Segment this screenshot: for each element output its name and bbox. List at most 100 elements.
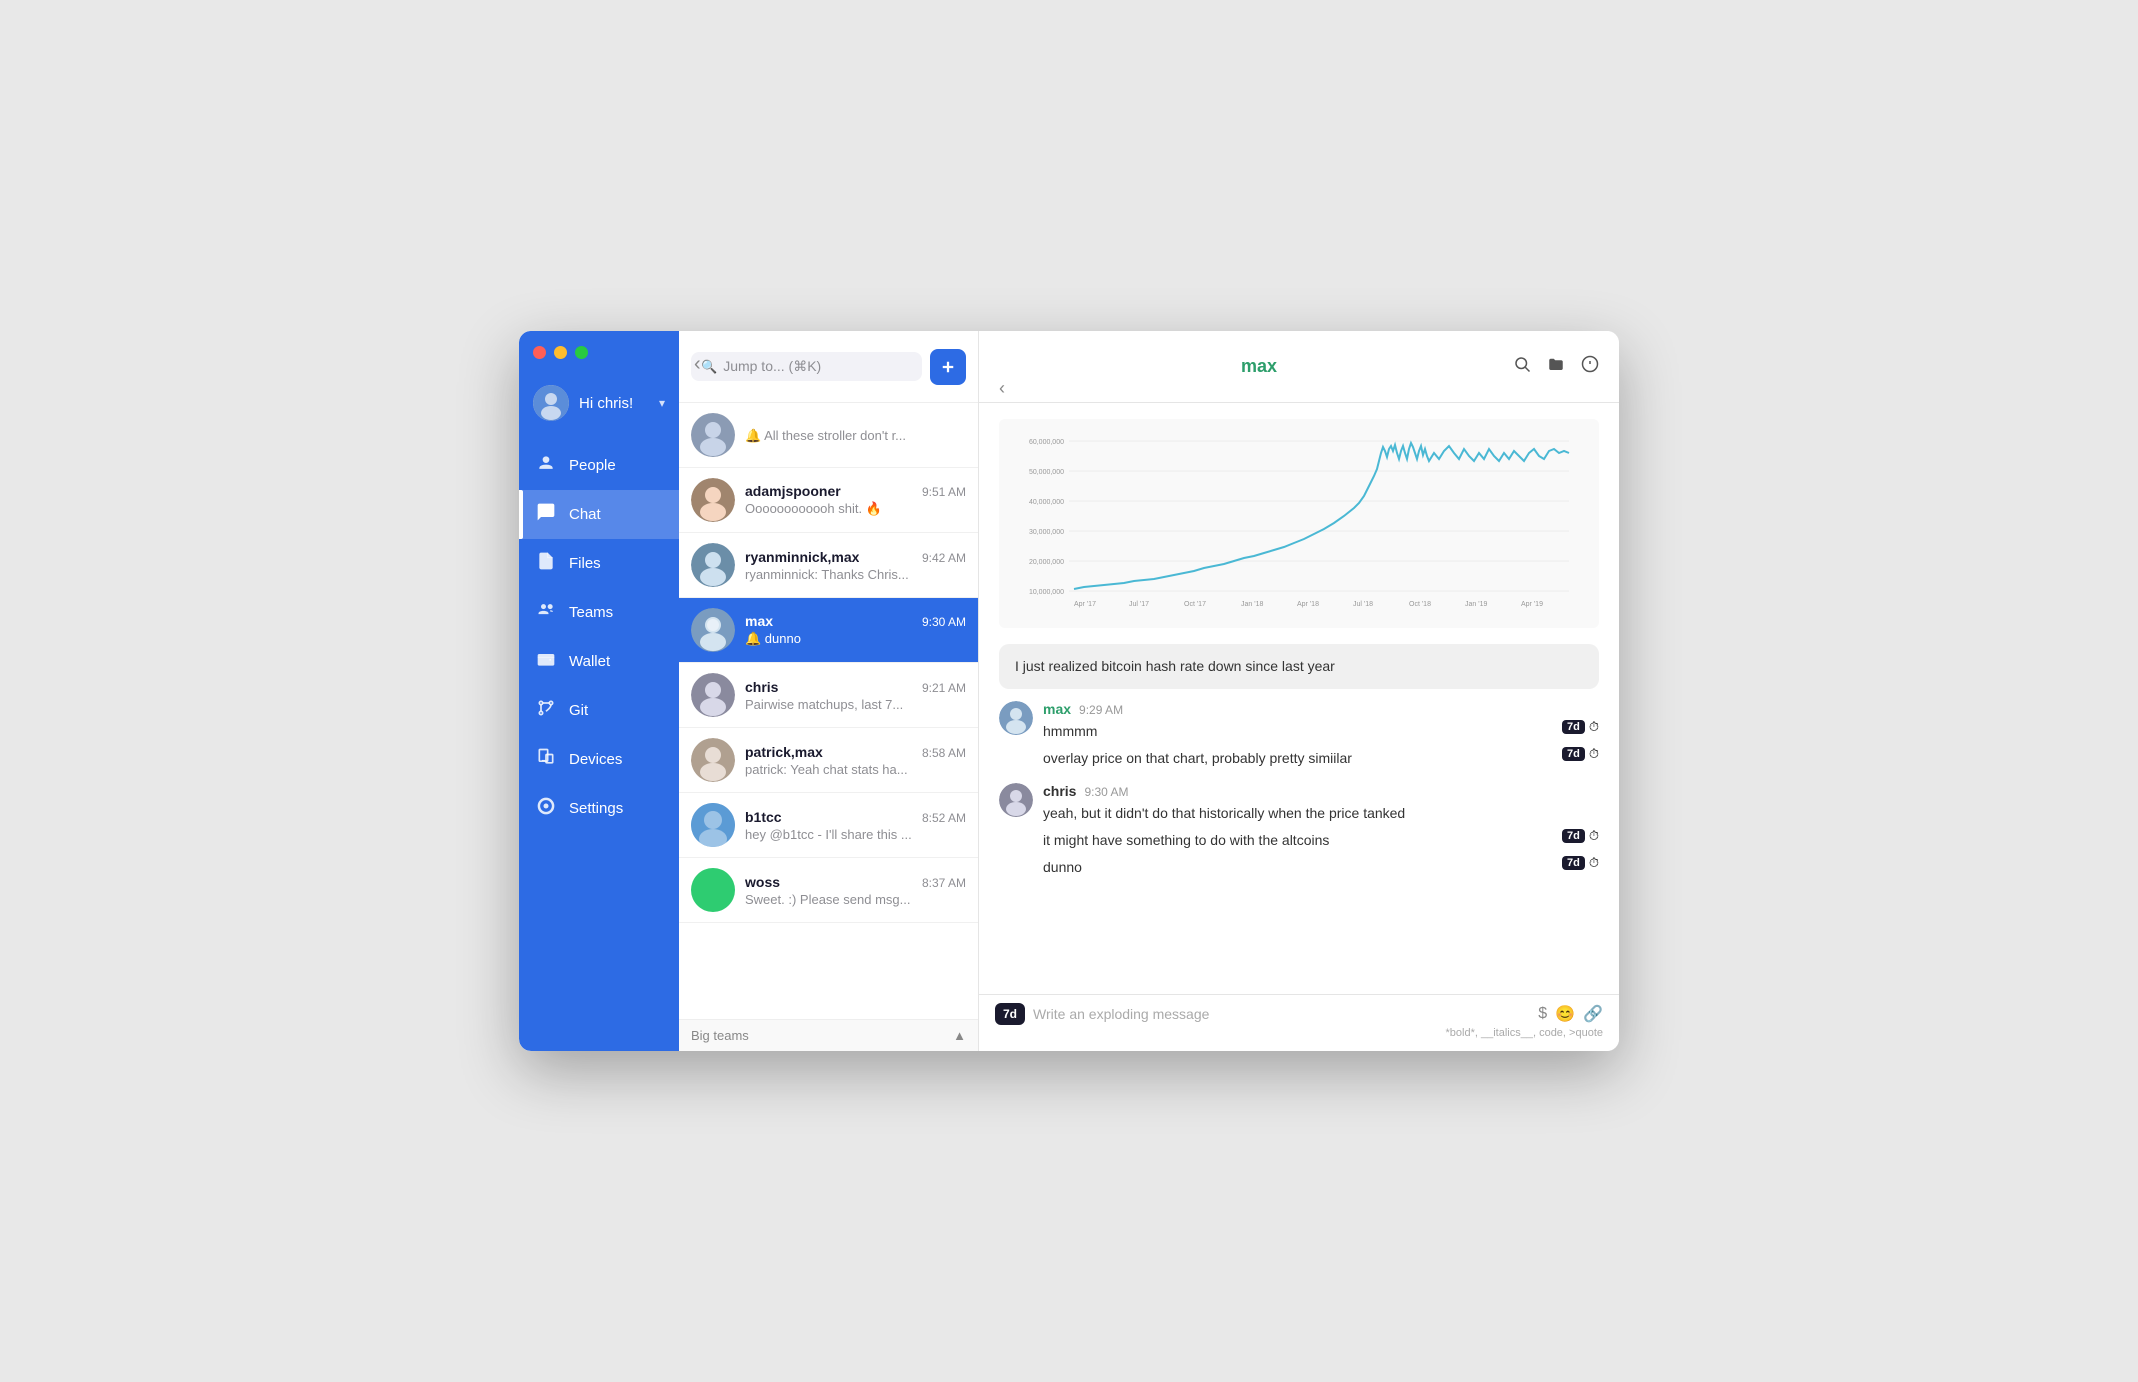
chart-container: 60,000,000 50,000,000 40,000,000 30,000,… [999, 419, 1599, 628]
minimize-button[interactable] [554, 346, 567, 359]
avatar [999, 783, 1033, 817]
link-icon[interactable]: 🔗 [1583, 1004, 1603, 1024]
svg-text:Jul '18: Jul '18 [1353, 601, 1373, 608]
folder-icon[interactable] [1547, 355, 1565, 378]
titlebar [519, 331, 679, 373]
compose-button[interactable] [930, 349, 966, 385]
teams-icon [535, 600, 557, 625]
chat-name: ryanminnick,max [745, 549, 859, 565]
emoji-icon[interactable]: 😊 [1555, 1004, 1575, 1024]
chat-name: b1tcc [745, 809, 782, 825]
sidebar-item-devices[interactable]: Devices [519, 735, 679, 784]
chat-time: 9:21 AM [922, 681, 966, 695]
message-text: yeah, but it didn't do that historically… [1043, 803, 1599, 824]
sidebar-item-label: Devices [569, 751, 622, 768]
message-body: chris 9:30 AM yeah, but it didn't do tha… [1043, 783, 1599, 884]
list-item[interactable]: b1tcc 8:52 AM hey @b1tcc - I'll share th… [679, 793, 978, 858]
sidebar-item-label: Teams [569, 604, 613, 621]
sidebar-item-label: Files [569, 555, 601, 572]
close-button[interactable] [533, 346, 546, 359]
chat-preview: patrick: Yeah chat stats ha... [745, 762, 966, 777]
message-text: hmmmm [1043, 721, 1599, 742]
chat-name: patrick,max [745, 744, 823, 760]
files-icon [535, 551, 557, 576]
avatar [691, 543, 735, 587]
chat-content: 60,000,000 50,000,000 40,000,000 30,000,… [979, 403, 1619, 994]
sidebar-item-people[interactable]: People [519, 441, 679, 490]
svg-text:Apr '19: Apr '19 [1521, 601, 1543, 608]
sidebar-item-chat[interactable]: Chat [519, 490, 679, 539]
sidebar-item-teams[interactable]: Teams [519, 588, 679, 637]
chat-preview: Pairwise matchups, last 7... [745, 697, 966, 712]
intro-message-bubble: I just realized bitcoin hash rate down s… [999, 644, 1599, 689]
search-icon: 🔍 [701, 359, 717, 375]
avatar [533, 385, 569, 421]
svg-text:Jul '17: Jul '17 [1129, 601, 1149, 608]
message-text: dunno [1043, 857, 1599, 878]
chat-contact-name: max [1241, 356, 1277, 377]
user-header[interactable]: Hi chris! ▾ [519, 373, 679, 433]
chat-main-header: ‹ max [979, 331, 1619, 403]
chat-icon [535, 502, 557, 527]
maximize-button[interactable] [575, 346, 588, 359]
people-icon [535, 453, 557, 478]
list-item[interactable]: adamjspooner 9:51 AM Oooooooooooh shit. … [679, 468, 978, 533]
sidebar-item-git[interactable]: Git [519, 686, 679, 735]
list-item[interactable]: 🔔 All these stroller don't r... [679, 403, 978, 468]
search-icon[interactable] [1513, 355, 1531, 378]
avatar [999, 701, 1033, 735]
chat-time: 9:30 AM [922, 615, 966, 629]
chat-preview: Oooooooooooh shit. 🔥 [745, 501, 966, 517]
message-text: it might have something to do with the a… [1043, 830, 1599, 851]
big-teams-section[interactable]: Big teams ▲ [679, 1019, 978, 1051]
section-label-text: Big teams [691, 1028, 749, 1043]
svg-text:Apr '18: Apr '18 [1297, 601, 1319, 608]
avatar [691, 803, 735, 847]
avatar [691, 738, 735, 782]
chat-time: 8:52 AM [922, 811, 966, 825]
timer-icon: ⏱ [1589, 746, 1599, 762]
chat-time: 8:37 AM [922, 876, 966, 890]
expiry-selector[interactable]: 7d [995, 1003, 1025, 1025]
list-item[interactable]: chris 9:21 AM Pairwise matchups, last 7.… [679, 663, 978, 728]
chat-time: 9:42 AM [922, 551, 966, 565]
expiry-badge: 7d [1562, 856, 1585, 870]
search-bar[interactable]: 🔍 Jump to... (⌘K) [691, 352, 922, 381]
avatar [691, 868, 735, 912]
svg-text:Apr '17: Apr '17 [1074, 601, 1096, 608]
chat-info: chris 9:21 AM Pairwise matchups, last 7.… [745, 679, 966, 712]
dollar-icon[interactable]: $ [1538, 1005, 1547, 1023]
sidebar-item-label: People [569, 457, 616, 474]
list-item[interactable]: ryanminnick,max 9:42 AM ryanminnick: Tha… [679, 533, 978, 598]
info-icon[interactable] [1581, 355, 1599, 378]
chat-name: max [745, 613, 773, 629]
timer-icon: ⏱ [1589, 719, 1599, 735]
chat-preview: ryanminnick: Thanks Chris... [745, 567, 966, 582]
chat-info: ryanminnick,max 9:42 AM ryanminnick: Tha… [745, 549, 966, 582]
sidebar-item-label: Chat [569, 506, 601, 523]
header-actions [1513, 355, 1599, 378]
sidebar-item-wallet[interactable]: Wallet [519, 637, 679, 686]
message-time: 9:29 AM [1079, 703, 1123, 717]
sidebar-item-settings[interactable]: Settings [519, 784, 679, 833]
message-time: 9:30 AM [1084, 785, 1128, 799]
user-greeting: Hi chris! [579, 395, 649, 412]
back-arrow-button[interactable]: ‹ [694, 353, 701, 376]
list-item[interactable]: patrick,max 8:58 AM patrick: Yeah chat s… [679, 728, 978, 793]
message-input[interactable] [1033, 1006, 1530, 1022]
intro-message-text: I just realized bitcoin hash rate down s… [1015, 658, 1335, 674]
list-item[interactable]: woss 8:37 AM Sweet. :) Please send msg..… [679, 858, 978, 923]
back-button[interactable]: ‹ [999, 378, 1005, 399]
sidebar-item-files[interactable]: Files [519, 539, 679, 588]
svg-text:40,000,000: 40,000,000 [1029, 499, 1064, 506]
git-icon [535, 698, 557, 723]
message-body: max 9:29 AM hmmmm 7d ⏱ overlay price on … [1043, 701, 1599, 775]
sidebar-item-label: Git [569, 702, 588, 719]
hash-rate-chart: 60,000,000 50,000,000 40,000,000 30,000,… [1011, 431, 1587, 611]
chat-input-area: 7d $ 😊 🔗 *bold*, __italics__, code, >quo… [979, 994, 1619, 1051]
avatar [691, 478, 735, 522]
svg-text:20,000,000: 20,000,000 [1029, 559, 1064, 566]
list-item[interactable]: max 9:30 AM 🔔 dunno [679, 598, 978, 663]
message-row: max 9:29 AM hmmmm 7d ⏱ overlay price on … [999, 701, 1599, 775]
chat-info: max 9:30 AM 🔔 dunno [745, 613, 966, 647]
